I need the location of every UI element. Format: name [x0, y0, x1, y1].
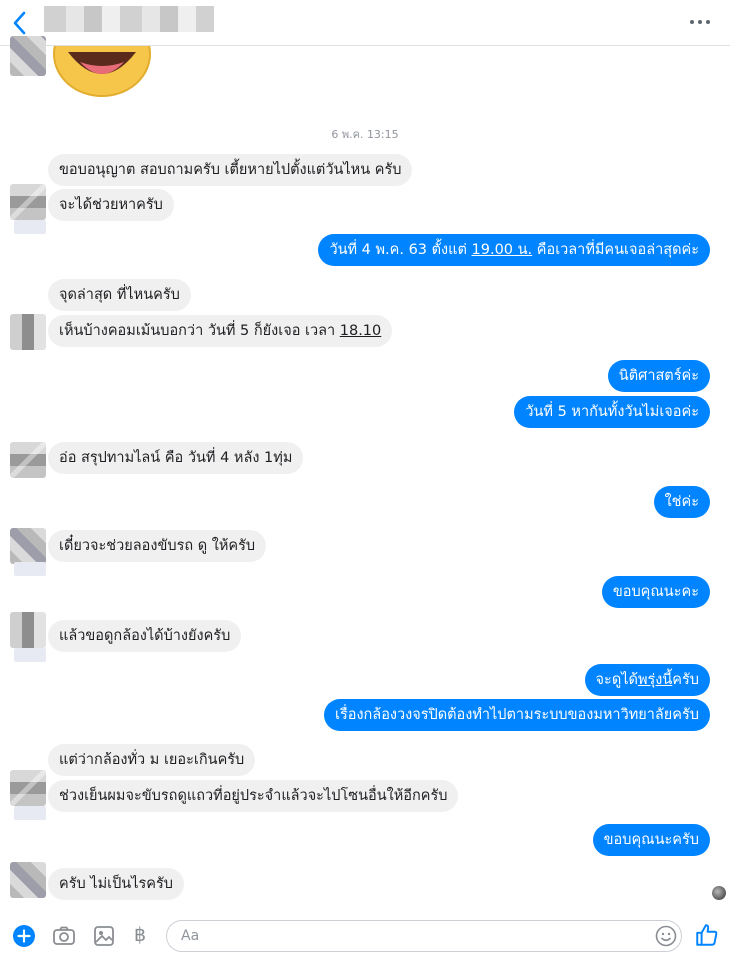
message-text: คือเวลาที่มีคนเจอล่าสุดค่ะ	[532, 242, 699, 258]
incoming-message[interactable]: ขอบอนุญาต สอบถามครับ เตี้ยหายไปตั้งแต่วั…	[48, 154, 413, 186]
outgoing-message[interactable]: จะดูได้พรุ่งนี้ครับ	[584, 664, 710, 696]
contact-name-blurred[interactable]	[44, 6, 214, 32]
message-input-placeholder: Aa	[181, 928, 200, 944]
avatar	[14, 220, 46, 234]
message-time-link[interactable]: 18.10	[340, 323, 382, 339]
avatar[interactable]	[10, 612, 46, 648]
avatar	[14, 648, 46, 662]
incoming-message[interactable]: แต่ว่ากล้องทั่ว ม เยอะเกินครับ	[48, 744, 256, 776]
incoming-message[interactable]: จุดล่าสุด ที่ไหนครับ	[48, 279, 191, 311]
incoming-message[interactable]: เดี๋ยวจะช่วยลองขับรถ ดู ให้ครับ	[48, 530, 267, 562]
incoming-message[interactable]: ช่วงเย็นผมจะขับรถดูแถวที่อยู่ประจำแล้วจะ…	[48, 780, 459, 812]
seen-avatar-icon	[712, 886, 726, 900]
incoming-message[interactable]: อ่อ สรุปทามไลน์ คือ วันที่ 4 หลัง 1ทุ่ม	[48, 442, 304, 474]
incoming-message[interactable]: จะได้ช่วยหาครับ	[48, 189, 174, 221]
outgoing-message[interactable]: ใช่ค่ะ	[653, 486, 710, 518]
avatar	[14, 562, 46, 576]
outgoing-message[interactable]: วันที่ 4 พ.ค. 63 ตั้งแต่ 19.00 น. คือเวล…	[318, 234, 710, 266]
outgoing-message[interactable]: เรื่องกล้องวงจรปิดต้องทำไปตามระบบของมหาว…	[324, 699, 710, 731]
message-text: วันที่ 4 พ.ค. 63 ตั้งแต่	[329, 242, 472, 258]
outgoing-message[interactable]: วันที่ 5 หากันทั้งวันไม่เจอค่ะ	[514, 396, 710, 428]
avatar[interactable]	[10, 528, 46, 564]
message-text: จะดูได้	[595, 672, 638, 688]
baht-icon[interactable]: ฿	[134, 924, 146, 946]
message-composer: ฿ Aa	[0, 912, 730, 960]
outgoing-message[interactable]: นิติศาสตร์ค่ะ	[607, 360, 710, 392]
avatar[interactable]	[10, 314, 46, 350]
avatar[interactable]	[10, 862, 46, 898]
avatar[interactable]	[10, 36, 46, 76]
like-icon[interactable]	[694, 922, 720, 948]
image-icon[interactable]	[92, 924, 116, 948]
avatar[interactable]	[10, 184, 46, 220]
message-date-link[interactable]: พรุ่งนี้	[638, 672, 672, 688]
message-text: เห็นบ้างคอมเม้นบอกว่า วันที่ 5 ก็ยังเจอ …	[59, 323, 340, 339]
conversation-header	[0, 0, 730, 46]
message-input[interactable]: Aa	[166, 920, 682, 952]
plus-icon[interactable]	[12, 924, 36, 948]
incoming-message[interactable]: เห็นบ้างคอมเม้นบอกว่า วันที่ 5 ก็ยังเจอ …	[48, 315, 393, 347]
chevron-left-icon[interactable]	[8, 8, 32, 38]
incoming-message[interactable]: ครับ ไม่เป็นไรครับ	[48, 868, 184, 900]
message-text: ครับ	[672, 672, 699, 688]
incoming-message[interactable]: แล้วขอดูกล้องได้บ้างยังครับ	[48, 620, 242, 652]
message-time-link[interactable]: 19.00 น.	[472, 242, 533, 258]
avatar[interactable]	[10, 770, 46, 806]
avatar[interactable]	[10, 442, 46, 478]
emoji-icon[interactable]	[655, 925, 677, 947]
outgoing-message[interactable]: ขอบคุณนะครับ	[592, 824, 710, 856]
smiley-sticker	[53, 46, 151, 97]
outgoing-message[interactable]: ขอบคุณนะคะ	[601, 576, 710, 608]
avatar	[14, 806, 46, 820]
more-horizontal-icon[interactable]	[688, 14, 712, 30]
camera-icon[interactable]	[52, 924, 76, 948]
conversation-timestamp: 6 พ.ค. 13:15	[331, 128, 399, 141]
